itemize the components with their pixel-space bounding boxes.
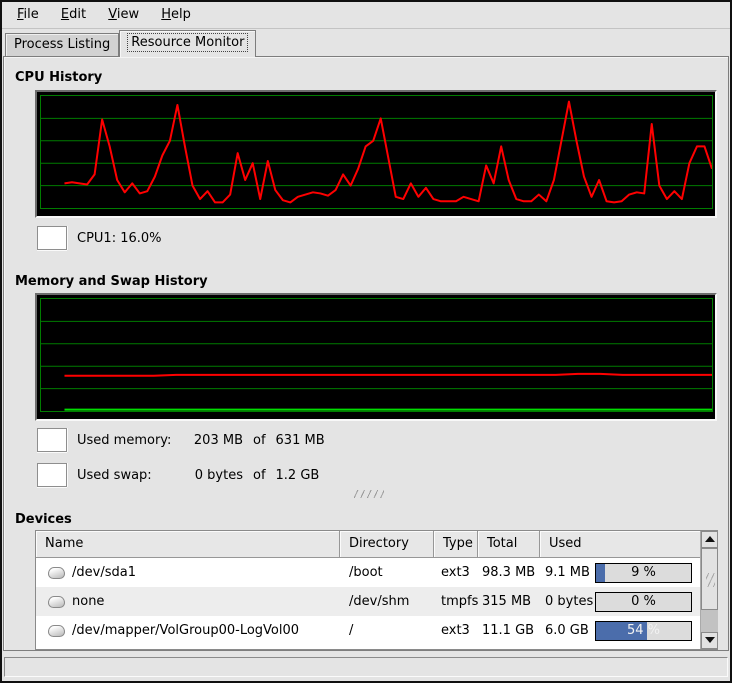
swap-legend-row: Used swap: 0 bytes of 1.2 GB xyxy=(37,462,319,488)
cpu-history-graph xyxy=(35,90,717,218)
usage-percent-label: 54 % xyxy=(596,622,691,640)
column-header-type[interactable]: Type xyxy=(434,531,478,558)
devices-scrollbar[interactable] xyxy=(700,531,717,649)
drive-icon xyxy=(48,625,65,637)
memory-total-value: 631 MB xyxy=(276,433,325,448)
scrollbar-track[interactable] xyxy=(701,610,718,632)
menu-view[interactable]: View xyxy=(99,2,148,28)
device-directory: /dev/shm xyxy=(340,594,434,609)
drive-icon xyxy=(48,596,65,608)
scrollbar-grip-icon xyxy=(706,573,715,587)
device-name: /dev/sda1 xyxy=(72,565,136,580)
arrow-down-icon xyxy=(705,637,715,643)
device-name: /dev/mapper/VolGroup00-LogVol00 xyxy=(72,623,299,638)
cpu-graph-plot-area xyxy=(40,95,713,209)
device-directory: / xyxy=(340,623,434,638)
devices-table-header: Name Directory Type Total Used xyxy=(36,531,717,558)
memory-legend-row: Used memory: 203 MB of 631 MB xyxy=(37,427,325,453)
device-row-none[interactable]: none /dev/shm tmpfs 315 MB 0 bytes 0 % xyxy=(36,587,700,616)
memory-used-value: 203 MB xyxy=(181,433,243,448)
menubar: File Edit View Help xyxy=(2,2,730,29)
device-type: ext3 xyxy=(434,565,478,580)
scrollbar-thumb[interactable] xyxy=(701,548,718,610)
device-type: ext3 xyxy=(434,623,478,638)
tab-label: Resource Monitor xyxy=(128,34,247,51)
tabstrip: Process Listing Resource Monitor xyxy=(2,30,730,57)
swap-legend-swatch-frame xyxy=(37,463,67,487)
tab-process-listing[interactable]: Process Listing xyxy=(5,33,119,56)
column-header-used[interactable]: Used xyxy=(540,531,700,558)
device-type: tmpfs xyxy=(434,594,478,609)
memory-swap-title: Memory and Swap History xyxy=(15,274,208,289)
scroll-up-button[interactable] xyxy=(701,531,718,548)
arrow-up-icon xyxy=(705,536,715,542)
cpu-legend: CPU1: 16.0% xyxy=(37,225,162,251)
device-row-sda1[interactable]: /dev/sda1 /boot ext3 98.3 MB 9.1 MB 9 % xyxy=(36,558,700,587)
devices-table: Name Directory Type Total Used /dev/sda1… xyxy=(35,530,718,650)
device-used: 0 bytes xyxy=(545,594,593,609)
device-total: 98.3 MB xyxy=(478,565,540,580)
device-total: 315 MB xyxy=(478,594,540,609)
cpu-graph-svg xyxy=(41,96,712,208)
usage-percent-label: 9 % xyxy=(596,564,691,582)
swap-total-value: 1.2 GB xyxy=(276,468,320,483)
memory-of-word: of xyxy=(253,433,266,448)
memory-legend-label: Used memory: xyxy=(77,433,181,448)
memory-graph-plot-area xyxy=(40,298,713,412)
column-header-total[interactable]: Total xyxy=(478,531,540,558)
drive-icon xyxy=(48,567,65,579)
resource-monitor-page: CPU History CPU1: 16.0% Memory and Swap … xyxy=(3,56,729,651)
usage-progress-bar: 54 % xyxy=(595,621,692,641)
swap-used-value: 0 bytes xyxy=(181,468,243,483)
usage-progress-bar: 0 % xyxy=(595,592,692,612)
devices-title: Devices xyxy=(15,512,72,527)
usage-percent-label: 0 % xyxy=(596,593,691,611)
device-directory: /boot xyxy=(340,565,434,580)
statusbar xyxy=(4,657,728,677)
column-header-directory[interactable]: Directory xyxy=(340,531,434,558)
cpu-legend-label: CPU1: 16.0% xyxy=(77,231,162,246)
device-name: none xyxy=(72,594,104,609)
scroll-down-button[interactable] xyxy=(701,632,718,649)
device-used: 6.0 GB xyxy=(545,623,589,638)
tab-label: Process Listing xyxy=(14,37,110,52)
device-total: 11.1 GB xyxy=(478,623,540,638)
device-row-mapper[interactable]: /dev/mapper/VolGroup00-LogVol00 / ext3 1… xyxy=(36,616,700,645)
memory-legend-swatch-frame xyxy=(37,428,67,452)
column-header-name[interactable]: Name xyxy=(36,531,340,558)
system-monitor-window: File Edit View Help Process Listing Reso… xyxy=(0,0,732,683)
swap-legend-label: Used swap: xyxy=(77,468,181,483)
usage-progress-bar: 9 % xyxy=(595,563,692,583)
device-used: 9.1 MB xyxy=(545,565,590,580)
memory-graph-svg xyxy=(41,299,712,411)
pane-resize-handle[interactable] xyxy=(354,490,384,498)
cpu-legend-swatch-frame xyxy=(37,226,67,250)
menu-help[interactable]: Help xyxy=(152,2,200,28)
menu-edit[interactable]: Edit xyxy=(52,2,95,28)
swap-of-word: of xyxy=(253,468,266,483)
menu-file[interactable]: File xyxy=(8,2,48,28)
cpu-history-title: CPU History xyxy=(15,70,102,85)
tab-resource-monitor[interactable]: Resource Monitor xyxy=(119,30,256,57)
memory-swap-graph xyxy=(35,293,717,421)
